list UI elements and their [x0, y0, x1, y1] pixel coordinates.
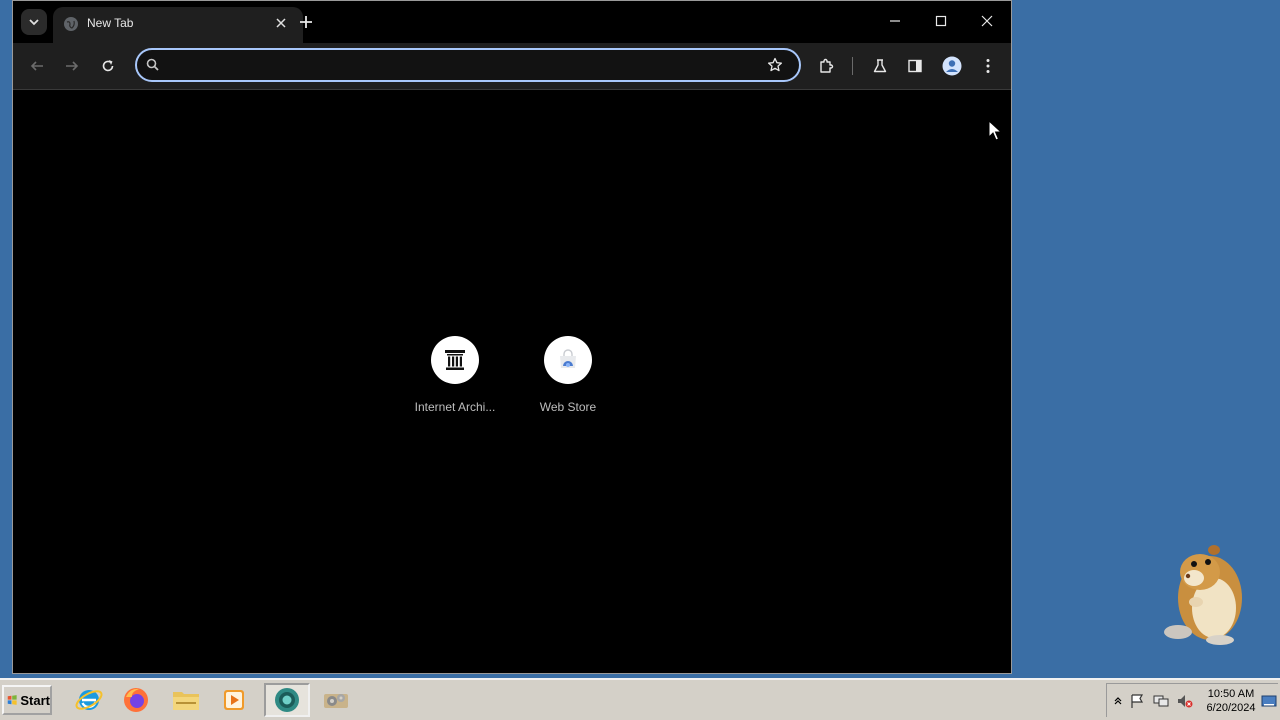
address-bar[interactable]: [135, 48, 801, 82]
shortcut-tile: [431, 336, 479, 384]
taskbar-settings-tool[interactable]: [313, 683, 359, 717]
reload-icon: [102, 60, 114, 72]
clock-date: 6/20/2024: [1206, 702, 1256, 714]
flag-icon[interactable]: [1129, 693, 1145, 709]
taskbar-internet-explorer[interactable]: [66, 683, 112, 717]
chevron-down-icon: [29, 19, 39, 26]
system-tray: 10:50 AM 6/20/2024: [1106, 683, 1278, 717]
chrome-app-icon: [275, 688, 299, 712]
taskbar-firefox[interactable]: [113, 683, 159, 717]
plus-icon: [300, 16, 312, 28]
folder-icon: [173, 692, 199, 710]
taskbar-chrome[interactable]: [264, 683, 310, 717]
tab-new-tab[interactable]: New Tab: [53, 7, 303, 43]
arrow-right-icon: [66, 61, 79, 71]
globe-icon: [64, 17, 78, 31]
address-input[interactable]: [171, 54, 755, 78]
tab-strip: New Tab: [13, 1, 1011, 43]
web-store-icon: [560, 349, 576, 368]
profile-button[interactable]: [938, 52, 966, 80]
extensions-button[interactable]: [812, 52, 840, 80]
new-tab-button[interactable]: [293, 9, 319, 35]
browser-window: New Tab Internet Archi... Web Store: [12, 0, 1012, 674]
menu-button[interactable]: [974, 52, 1002, 80]
browser-toolbar: [13, 43, 1011, 90]
labs-button[interactable]: [866, 52, 894, 80]
hamster-mascot-icon: [1164, 545, 1242, 645]
toolbar-separator: [852, 57, 853, 75]
bookmark-star-button[interactable]: [765, 55, 785, 75]
tab-title: New Tab: [87, 16, 134, 30]
reload-button[interactable]: [94, 52, 122, 80]
taskbar-file-explorer[interactable]: [163, 683, 209, 717]
tab-close-button[interactable]: [271, 13, 291, 33]
chevron-up-icon[interactable]: [1110, 693, 1126, 709]
arrow-left-icon: [30, 61, 43, 71]
shortcut-label: Internet Archi...: [414, 400, 496, 414]
star-icon: [767, 57, 783, 72]
taskbar-media-player[interactable]: [211, 683, 257, 717]
firefox-icon: [124, 688, 148, 712]
side-panel-icon: [908, 59, 922, 73]
tab-search-button[interactable]: [21, 9, 47, 35]
new-tab-page: Internet Archi... Web Store: [13, 90, 1011, 673]
shortcut-internet-archive[interactable]: Internet Archi...: [405, 336, 505, 426]
internet-archive-icon: [445, 350, 465, 370]
media-player-icon: [224, 690, 244, 710]
shortcut-web-store[interactable]: Web Store: [518, 336, 618, 426]
mouse-cursor-icon: [988, 120, 1002, 141]
start-label: Start: [20, 692, 50, 708]
windows-logo-icon: [7, 695, 17, 705]
internet-explorer-icon: [75, 690, 103, 710]
shortcut-tile: [544, 336, 592, 384]
network-icon[interactable]: [1153, 693, 1169, 709]
close-icon: [276, 18, 286, 28]
minimize-button[interactable]: [875, 7, 915, 35]
start-button[interactable]: Start: [2, 685, 52, 715]
close-icon: [981, 15, 993, 27]
search-icon: [146, 58, 159, 71]
volume-muted-icon[interactable]: [1177, 693, 1193, 709]
maximize-button[interactable]: [921, 7, 961, 35]
avatar-icon: [942, 56, 962, 76]
clock[interactable]: 10:50 AM 6/20/2024: [1201, 687, 1261, 715]
more-vert-icon: [986, 59, 990, 73]
close-window-button[interactable]: [967, 7, 1007, 35]
side-panel-button[interactable]: [901, 52, 929, 80]
forward-button[interactable]: [58, 52, 86, 80]
puzzle-icon: [820, 58, 834, 73]
show-desktop-icon[interactable]: [1261, 693, 1277, 709]
clock-time: 10:50 AM: [1207, 688, 1255, 700]
back-button[interactable]: [23, 52, 51, 80]
flask-icon: [873, 59, 887, 73]
gears-tool-icon: [324, 694, 348, 708]
shortcut-label: Web Store: [539, 400, 597, 414]
maximize-icon: [935, 15, 947, 27]
taskbar: Start 10:50 AM 6/20/2024: [0, 678, 1280, 720]
minimize-icon: [890, 20, 900, 22]
